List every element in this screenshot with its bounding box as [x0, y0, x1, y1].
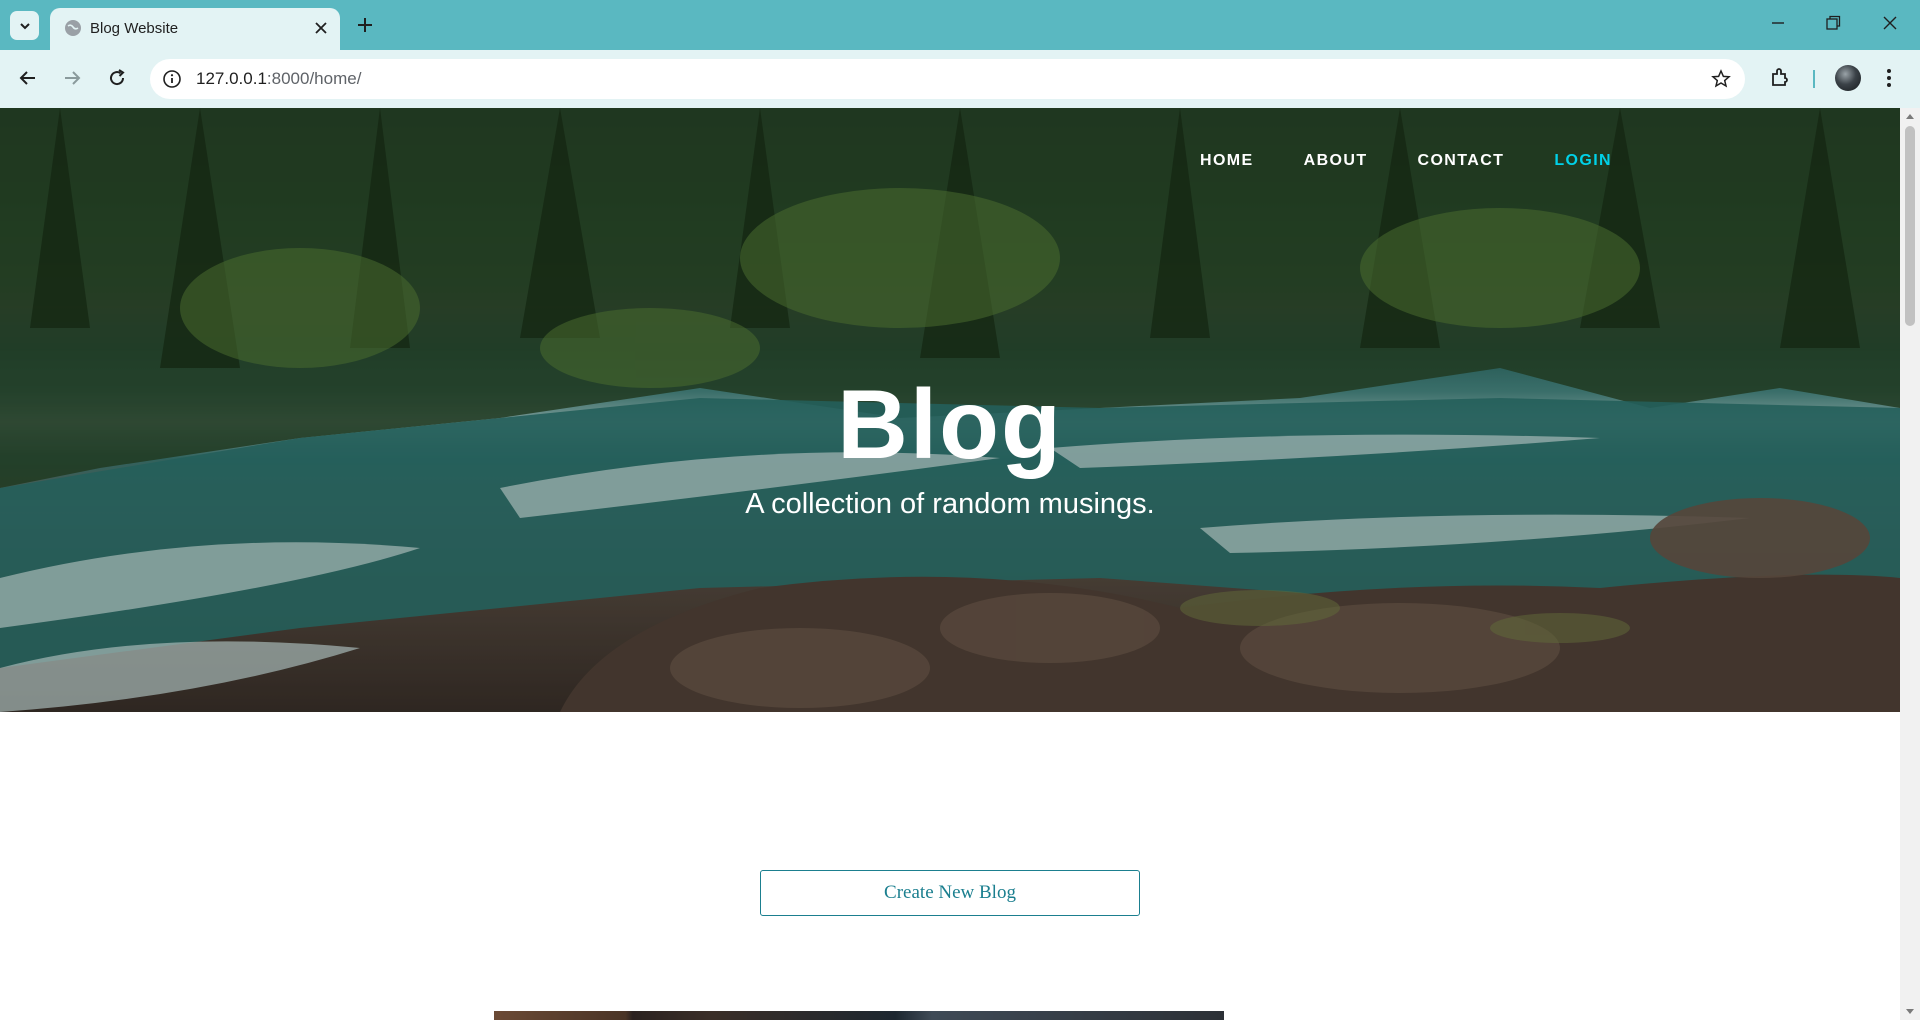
back-arrow-icon[interactable] [16, 66, 40, 90]
browser-tab[interactable]: Blog Website [50, 8, 340, 50]
site-info-icon[interactable] [162, 69, 182, 89]
hero-title: Blog [837, 369, 1063, 479]
address-bar[interactable]: 127.0.0.1:8000/home/ [150, 59, 1745, 99]
site-navigation: HOME ABOUT CONTACT LOGIN [1200, 152, 1612, 170]
hero-banner: HOME ABOUT CONTACT LOGIN Blog A collecti… [0, 108, 1900, 712]
scroll-up-arrow-icon[interactable] [1905, 112, 1915, 120]
nav-link-home[interactable]: HOME [1200, 152, 1254, 170]
url-text[interactable]: 127.0.0.1:8000/home/ [196, 69, 361, 89]
profile-avatar[interactable] [1835, 65, 1861, 91]
create-new-blog-button[interactable]: Create New Blog [760, 870, 1140, 916]
tab-title: Blog Website [90, 20, 179, 37]
more-menu-icon[interactable] [1885, 67, 1893, 89]
nav-link-contact[interactable]: CONTACT [1418, 152, 1505, 170]
extensions-puzzle-icon[interactable] [1769, 65, 1793, 89]
close-icon[interactable] [312, 19, 330, 37]
toolbar-divider [1813, 70, 1815, 88]
scrollbar-thumb[interactable] [1905, 126, 1915, 326]
url-path: :8000/home/ [266, 69, 362, 88]
minimize-icon[interactable] [1768, 13, 1788, 33]
forward-arrow-icon[interactable] [60, 66, 84, 90]
nav-link-login[interactable]: LOGIN [1554, 152, 1612, 170]
chevron-down-icon [19, 22, 30, 29]
browser-toolbar: 127.0.0.1:8000/home/ [0, 50, 1920, 108]
browser-tab-bar: Blog Website [0, 0, 1920, 50]
hero-subtitle: A collection of random musings. [745, 488, 1155, 520]
plus-icon[interactable] [355, 15, 375, 35]
page-viewport: HOME ABOUT CONTACT LOGIN Blog A collecti… [0, 108, 1900, 1020]
bookmark-star-icon[interactable] [1711, 69, 1731, 89]
tab-search-button[interactable] [10, 11, 39, 40]
restore-icon[interactable] [1823, 13, 1843, 33]
nav-link-about[interactable]: ABOUT [1304, 152, 1368, 170]
scroll-down-arrow-icon[interactable] [1905, 1008, 1915, 1016]
url-host: 127.0.0.1 [196, 69, 267, 88]
page-scrollbar[interactable] [1900, 108, 1920, 1020]
blog-post-thumbnail[interactable] [494, 1011, 1224, 1020]
globe-icon [65, 20, 81, 36]
window-close-icon[interactable] [1880, 13, 1900, 33]
reload-icon[interactable] [105, 66, 129, 90]
